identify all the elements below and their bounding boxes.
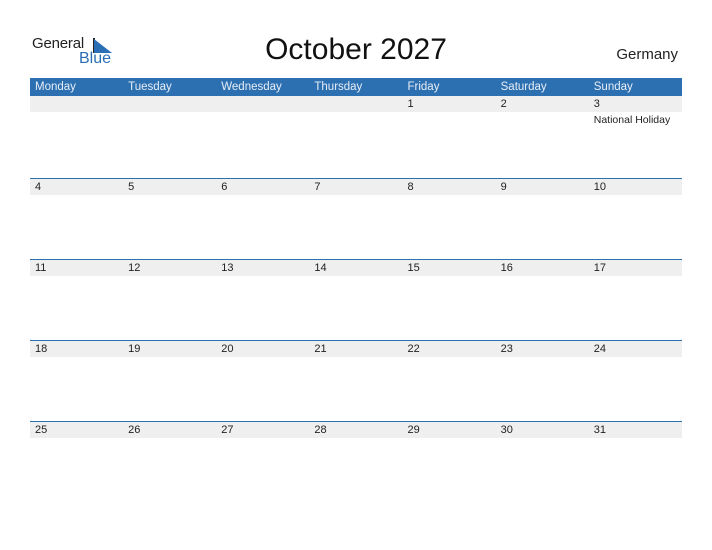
day-cell: 7: [309, 179, 403, 259]
day-number: 28: [309, 422, 403, 438]
day-number: 21: [309, 341, 403, 357]
day-number: 13: [216, 260, 310, 276]
day-cell: 4: [30, 179, 124, 259]
day-cell: [309, 96, 403, 178]
day-cell: 9: [495, 179, 589, 259]
weekday-label: Thursday: [314, 81, 363, 93]
day-number: [216, 96, 310, 112]
day-number: [309, 96, 403, 112]
day-cell: 25: [30, 422, 124, 502]
day-cell: 5: [123, 179, 217, 259]
day-cell: 17: [588, 260, 682, 340]
day-cell: 16: [495, 260, 589, 340]
week-row: 4 5 6 7 8 9 10: [30, 178, 682, 259]
weeks-container: 1 2 3 National Holiday 4 5 6 7 8 9 10 11 12 13 14 15 16 1…: [30, 96, 682, 502]
day-cell: 21: [309, 341, 403, 421]
weekday-label: Monday: [35, 81, 76, 93]
day-cell: 27: [216, 422, 310, 502]
day-number: 14: [309, 260, 403, 276]
day-cell: 19: [123, 341, 217, 421]
day-number: 10: [588, 179, 682, 195]
day-number: 7: [309, 179, 403, 195]
day-cell: 29: [402, 422, 496, 502]
week-row: 18 19 20 21 22 23 24: [30, 340, 682, 421]
weekday-header: Monday Tuesday Wednesday Thursday Friday…: [30, 78, 682, 96]
day-cell: 31: [588, 422, 682, 502]
week-row: 25 26 27 28 29 30 31: [30, 421, 682, 502]
holiday-label: National Holiday: [593, 114, 671, 126]
day-number: 11: [30, 260, 124, 276]
weekday-label: Saturday: [500, 81, 547, 93]
day-number: 4: [30, 179, 124, 195]
day-number: 8: [402, 179, 496, 195]
day-number: 6: [216, 179, 310, 195]
weekday-label: Wednesday: [221, 81, 282, 93]
weekday-label: Tuesday: [128, 81, 172, 93]
week-row: 11 12 13 14 15 16 17: [30, 259, 682, 340]
day-number: 25: [30, 422, 124, 438]
day-number: 16: [495, 260, 589, 276]
day-cell: 13: [216, 260, 310, 340]
day-cell: 12: [123, 260, 217, 340]
day-cell: 18: [30, 341, 124, 421]
day-number: 23: [495, 341, 589, 357]
day-number: 2: [495, 96, 589, 112]
page-title: October 2027: [265, 33, 447, 66]
day-cell: 15: [402, 260, 496, 340]
calendar-grid: Monday Tuesday Wednesday Thursday Friday…: [30, 78, 682, 502]
day-number: 1: [402, 96, 496, 112]
day-cell: 24: [588, 341, 682, 421]
day-cell: 3 National Holiday: [588, 96, 682, 178]
day-cell: 26: [123, 422, 217, 502]
country-label: Germany: [616, 46, 678, 63]
week-row: 1 2 3 National Holiday: [30, 96, 682, 178]
day-number: 17: [588, 260, 682, 276]
day-cell: 2: [495, 96, 589, 178]
day-cell: [123, 96, 217, 178]
day-cell: [216, 96, 310, 178]
day-number: 30: [495, 422, 589, 438]
weekday-label: Sunday: [593, 81, 633, 93]
day-number: [30, 96, 124, 112]
day-cell: 23: [495, 341, 589, 421]
day-number: 9: [495, 179, 589, 195]
day-number: 3: [588, 96, 682, 112]
day-number: 27: [216, 422, 310, 438]
day-cell: [30, 96, 124, 178]
day-cell: 6: [216, 179, 310, 259]
day-cell: 10: [588, 179, 682, 259]
day-cell: 1: [402, 96, 496, 178]
day-number: 26: [123, 422, 217, 438]
day-cell: 14: [309, 260, 403, 340]
day-number: 19: [123, 341, 217, 357]
day-number: 5: [123, 179, 217, 195]
day-number: 18: [30, 341, 124, 357]
day-number: [123, 96, 217, 112]
day-number: 29: [402, 422, 496, 438]
day-number: 24: [588, 341, 682, 357]
day-cell: 20: [216, 341, 310, 421]
day-cell: 28: [309, 422, 403, 502]
day-cell: 22: [402, 341, 496, 421]
day-number: 20: [216, 341, 310, 357]
day-number: 15: [402, 260, 496, 276]
day-cell: 8: [402, 179, 496, 259]
weekday-label: Friday: [407, 81, 440, 93]
day-cell: 30: [495, 422, 589, 502]
day-number: 12: [123, 260, 217, 276]
day-cell: 11: [30, 260, 124, 340]
day-number: 22: [402, 341, 496, 357]
day-number: 31: [588, 422, 682, 438]
